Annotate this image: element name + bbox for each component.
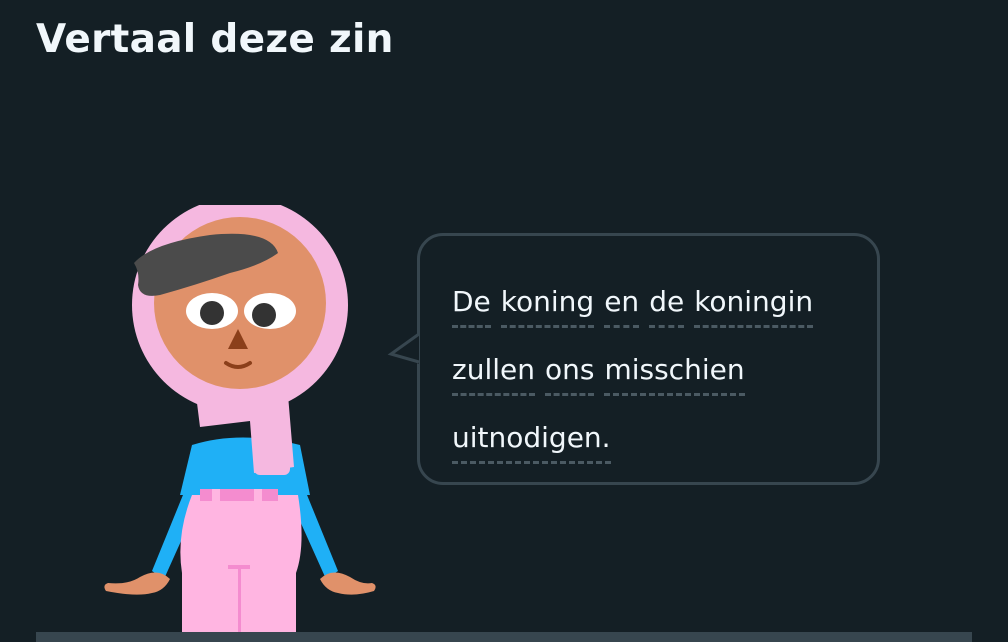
bubble-tail [387,332,420,364]
hint-word[interactable]: en [604,282,640,328]
sentence-line-2: zullen ons misschien [452,336,872,404]
hint-word[interactable]: uitnodigen. [452,418,611,464]
sentence-line-1: De koning en de koningin [452,268,872,336]
hint-word[interactable]: de [649,282,685,328]
character-illustration [104,205,376,642]
sentence-line-3: uitnodigen. [452,404,872,472]
hint-word[interactable]: ons [544,350,595,396]
right-hand [320,572,376,595]
page-title: Vertaal deze zin [36,17,394,62]
hint-word[interactable]: De [452,282,491,328]
belt [200,489,278,501]
prompt-sentence: De koning en de koningin zullen ons misschien … [452,268,872,472]
hint-word[interactable]: misschien [604,350,745,396]
hint-word[interactable]: zullen [452,350,535,396]
answer-area-divider [36,632,972,642]
hint-word[interactable]: koning [500,282,595,328]
scarf-tail [254,427,290,475]
hint-word[interactable]: koningin [694,282,814,328]
left-hand [104,572,170,595]
